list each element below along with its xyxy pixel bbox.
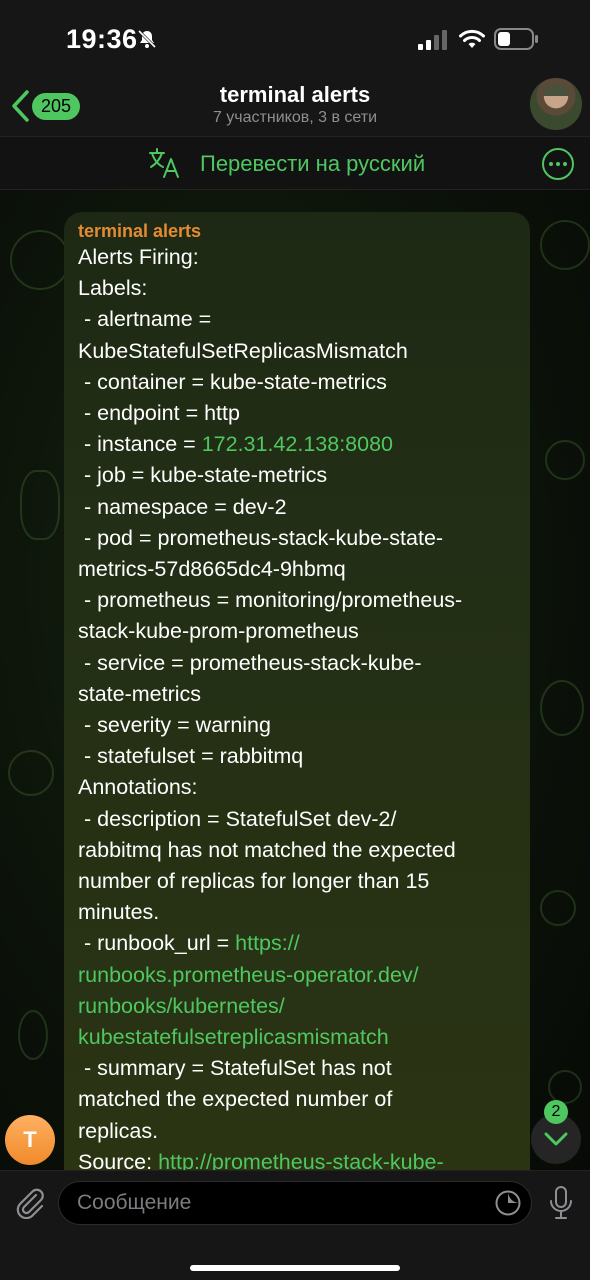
message-line: - runbook_url = https:// xyxy=(78,928,516,959)
message-line: runbooks/kubernetes/ xyxy=(78,991,516,1022)
message-text: minutes. xyxy=(78,900,160,925)
chevron-down-icon xyxy=(544,1132,568,1146)
translate-label[interactable]: Перевести на русский xyxy=(200,151,425,177)
message-line: rabbitmq has not matched the expected xyxy=(78,835,516,866)
sender-avatar[interactable]: T xyxy=(5,1115,55,1165)
chat-title[interactable]: terminal alerts xyxy=(0,82,590,108)
message-line: KubeStatefulSetReplicasMismatch xyxy=(78,336,516,367)
translate-bar[interactable]: Перевести на русский xyxy=(0,136,590,190)
message-text: - prometheus = monitoring/prometheus- xyxy=(78,588,463,613)
paperclip-icon[interactable] xyxy=(12,1185,46,1219)
status-time: 19:36 xyxy=(66,24,138,54)
message-line: - description = StatefulSet dev-2/ xyxy=(78,804,516,835)
dot-icon xyxy=(549,162,553,166)
message-text: - statefulset = rabbitmq xyxy=(78,744,304,769)
signal-icon xyxy=(418,30,447,50)
message-line: - alertname = xyxy=(78,304,516,335)
message-line: replicas. xyxy=(78,1116,516,1147)
message-line: - namespace = dev-2 xyxy=(78,492,516,523)
dot-icon xyxy=(563,162,567,166)
message-line: - endpoint = http xyxy=(78,398,516,429)
message-text: stack-kube-prom-prometheus xyxy=(78,619,359,644)
chat-avatar[interactable] xyxy=(530,78,582,130)
message-text: - severity = warning xyxy=(78,713,271,738)
message-text: - instance = xyxy=(78,432,202,457)
message-text: - service = prometheus-stack-kube- xyxy=(78,650,422,675)
message-text: Labels: xyxy=(78,276,148,301)
translate-icon xyxy=(149,148,179,178)
message-line: - statefulset = rabbitmq xyxy=(78,741,516,772)
message-text: - runbook_url = xyxy=(78,931,236,956)
message-text: number of replicas for longer than 15 xyxy=(78,869,430,894)
microphone-icon[interactable] xyxy=(548,1185,574,1221)
message-line: Labels: xyxy=(78,273,516,304)
message-text: KubeStatefulSetReplicasMismatch xyxy=(78,338,408,363)
message-line: stack-kube-prom-prometheus xyxy=(78,616,516,647)
avatar-cap-shape xyxy=(543,84,569,96)
chat-header: 205 terminal alerts 7 участников, 3 в се… xyxy=(0,78,590,136)
message-line: Annotations: xyxy=(78,772,516,803)
wifi-icon xyxy=(459,29,485,48)
message-link[interactable]: https:// xyxy=(235,931,300,955)
message-line: - prometheus = monitoring/prometheus- xyxy=(78,585,516,616)
message-line: - summary = StatefulSet has not xyxy=(78,1053,516,1084)
message-line: - severity = warning xyxy=(78,710,516,741)
message-body: Alerts Firing: Labels: - alertname = KubeS… xyxy=(78,242,516,1178)
message-line: number of replicas for longer than 15 xyxy=(78,866,516,897)
message-text: - job = kube-state-metrics xyxy=(78,463,328,488)
message-link[interactable]: runbooks.prometheus-operator.dev/ xyxy=(78,963,419,987)
message-line: - job = kube-state-metrics xyxy=(78,460,516,491)
message-text: replicas. xyxy=(78,1118,159,1143)
message-text: Alerts Firing: xyxy=(78,245,199,269)
message-text: rabbitmq has not matched the expected xyxy=(78,837,456,862)
message-line: Alerts Firing: xyxy=(78,242,516,273)
home-indicator xyxy=(190,1265,400,1271)
message-line: state-metrics xyxy=(78,679,516,710)
message-link[interactable]: 172.31.42.138:8080 xyxy=(202,432,393,456)
message-bubble[interactable]: terminal alerts Alerts Firing: Labels: - … xyxy=(64,212,530,1192)
message-line: - pod = prometheus-stack-kube-state- xyxy=(78,523,516,554)
message-line: - instance = 172.31.42.138:8080 xyxy=(78,429,516,460)
message-text: - summary = StatefulSet has not xyxy=(78,1056,392,1081)
message-input[interactable] xyxy=(58,1181,532,1225)
message-text: - container = kube-state-metrics xyxy=(78,369,387,394)
message-text: - alertname = xyxy=(78,307,212,332)
message-link[interactable]: runbooks/kubernetes/ xyxy=(78,994,285,1018)
message-line: - service = prometheus-stack-kube- xyxy=(78,648,516,679)
scroll-down-badge: 2 xyxy=(544,1100,568,1124)
dot-icon xyxy=(556,162,560,166)
message-sender: terminal alerts xyxy=(78,221,202,241)
message-text: state-metrics xyxy=(78,681,202,706)
more-options-button[interactable] xyxy=(542,148,574,180)
sticker-icon[interactable] xyxy=(494,1189,522,1217)
message-input-bar xyxy=(0,1170,590,1280)
chat-subtitle: 7 участников, 3 в сети xyxy=(212,109,378,126)
message-text: - namespace = dev-2 xyxy=(78,494,287,519)
message-text: Annotations: xyxy=(78,775,198,800)
status-bar: 19:36 xyxy=(0,0,590,80)
message-line: matched the expected number of xyxy=(78,1084,516,1115)
message-text: - description = StatefulSet dev-2/ xyxy=(78,806,397,831)
message-link[interactable]: kubestatefulsetreplicasmismatch xyxy=(78,1025,389,1049)
message-text: - endpoint = http xyxy=(78,401,240,426)
message-line: metrics-57d8665dc4-9hbmq xyxy=(78,554,516,585)
message-line: - container = kube-state-metrics xyxy=(78,367,516,398)
message-text: metrics-57d8665dc4-9hbmq xyxy=(78,557,346,582)
message-line: minutes. xyxy=(78,897,516,928)
message-line: runbooks.prometheus-operator.dev/ xyxy=(78,960,516,991)
battery-icon xyxy=(494,28,538,50)
message-line: kubestatefulsetreplicasmismatch xyxy=(78,1022,516,1053)
message-text: matched the expected number of xyxy=(78,1087,393,1112)
message-text: - pod = prometheus-stack-kube-state- xyxy=(78,525,444,550)
bell-muted-icon xyxy=(137,29,157,49)
